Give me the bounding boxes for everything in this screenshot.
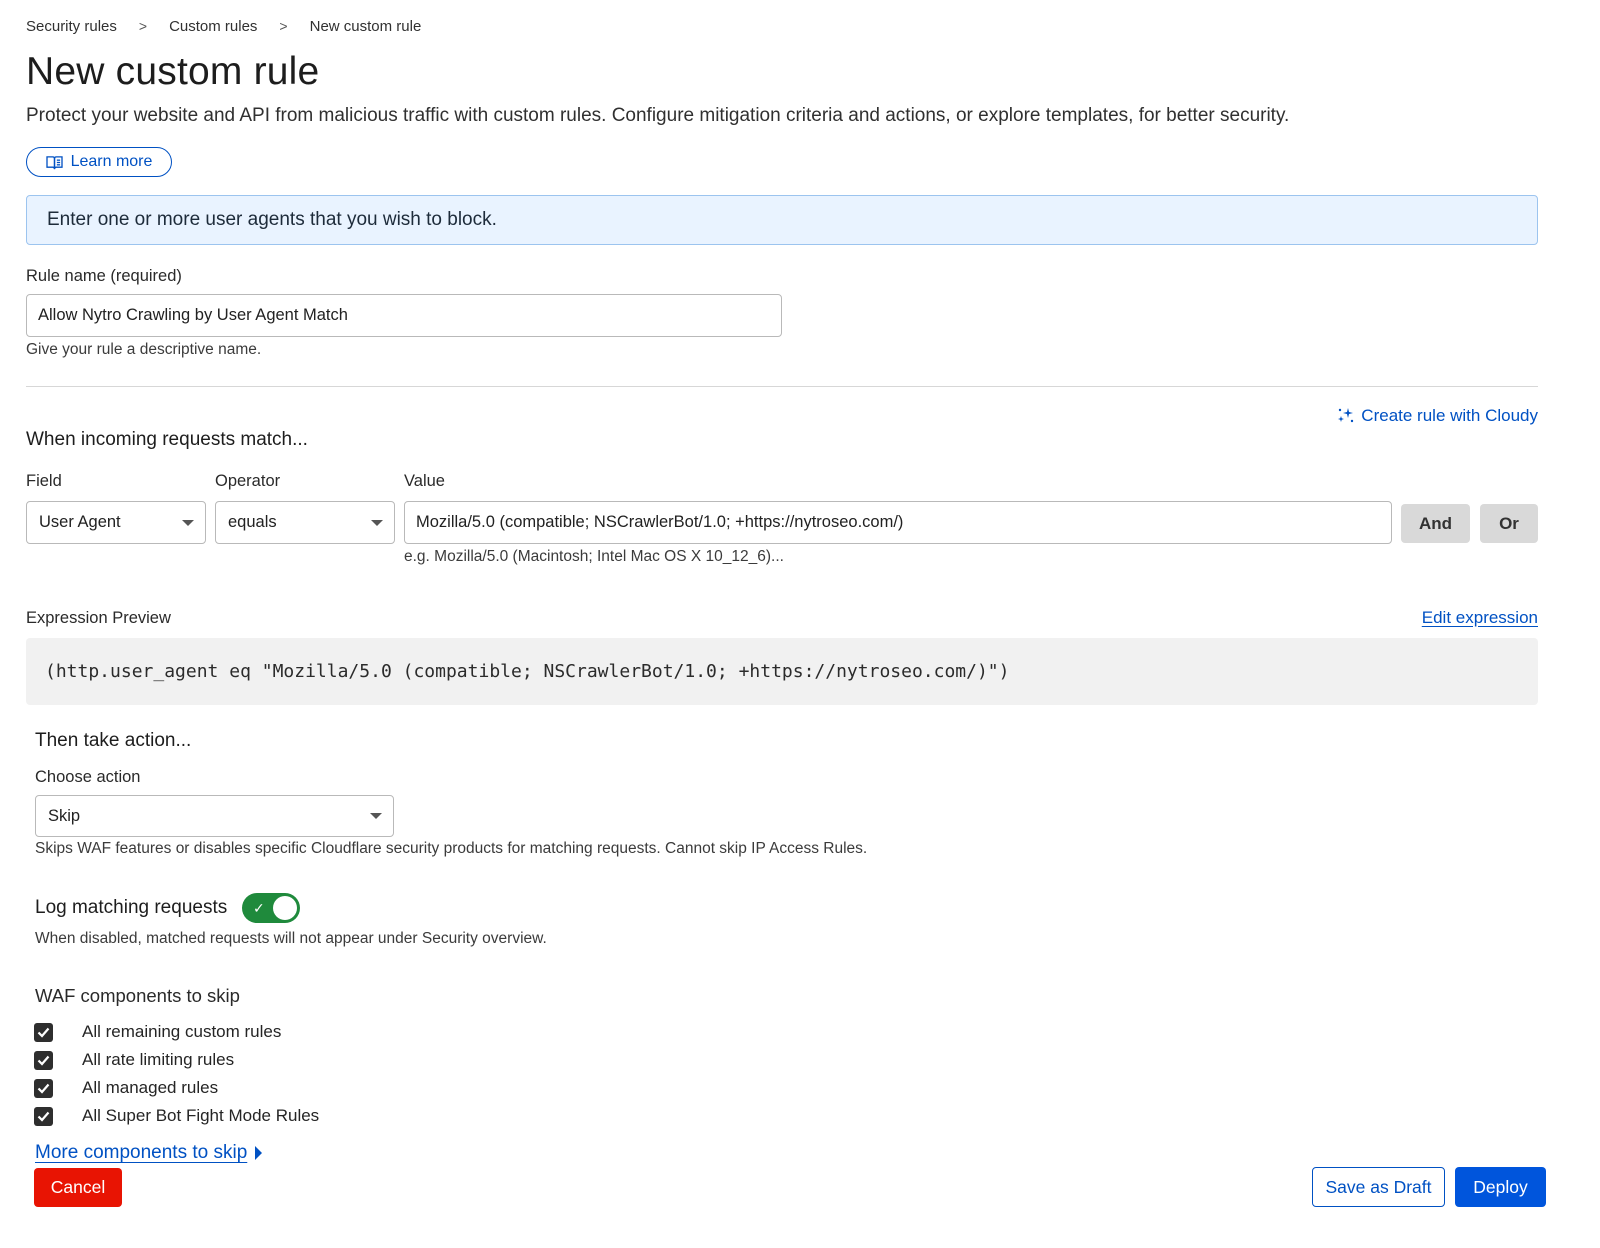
checkbox[interactable]: [34, 1050, 53, 1070]
value-input-value: Mozilla/5.0 (compatible; NSCrawlerBot/1.…: [416, 513, 904, 531]
operator-select-value: equals: [228, 513, 277, 531]
value-input[interactable]: Mozilla/5.0 (compatible; NSCrawlerBot/1.…: [404, 501, 1392, 544]
create-rule-with-cloudy-label: Create rule with Cloudy: [1361, 406, 1538, 425]
checkbox[interactable]: [34, 1022, 53, 1042]
section-divider: [26, 386, 1538, 387]
log-matching-toggle[interactable]: ✓: [242, 893, 300, 923]
action-help: Skips WAF features or disables specific …: [35, 840, 868, 857]
rule-name-input[interactable]: Allow Nytro Crawling by User Agent Match: [26, 294, 782, 337]
deploy-button[interactable]: Deploy: [1455, 1167, 1546, 1207]
checkbox[interactable]: [34, 1078, 53, 1098]
value-label: Value: [404, 472, 445, 490]
expression-preview-label: Expression Preview: [26, 609, 171, 627]
info-banner: Enter one or more user agents that you w…: [26, 195, 1538, 245]
breadcrumb-item-current: New custom rule: [309, 17, 422, 35]
rule-name-help: Give your rule a descriptive name.: [26, 341, 262, 358]
learn-more-label: Learn more: [70, 153, 153, 170]
cancel-button[interactable]: Cancel: [34, 1168, 122, 1207]
chevron-down-icon: [370, 813, 382, 819]
expression-preview: (http.user_agent eq "Mozilla/5.0 (compat…: [26, 638, 1538, 705]
match-heading: When incoming requests match...: [26, 429, 308, 450]
breadcrumb-item-custom-rules[interactable]: Custom rules: [169, 18, 257, 35]
operator-select[interactable]: equals: [215, 501, 395, 544]
operator-label: Operator: [215, 472, 281, 490]
action-heading: Then take action...: [35, 730, 192, 751]
breadcrumb-separator: >: [279, 18, 288, 34]
more-components-label: More components to skip: [35, 1142, 248, 1163]
waf-component-label: All managed rules: [82, 1078, 219, 1097]
rule-name-value: Allow Nytro Crawling by User Agent Match: [38, 306, 348, 324]
chevron-down-icon: [371, 519, 383, 526]
breadcrumb: Security rules > Custom rules > New cust…: [26, 16, 421, 36]
action-select[interactable]: Skip: [35, 795, 394, 837]
waf-component-label: All remaining custom rules: [82, 1022, 282, 1041]
field-select-value: User Agent: [39, 513, 121, 531]
save-as-draft-button[interactable]: Save as Draft: [1312, 1167, 1445, 1207]
learn-more-button[interactable]: Learn more: [26, 147, 172, 177]
sparkle-icon: [1338, 408, 1354, 423]
value-help: e.g. Mozilla/5.0 (Macintosh; Intel Mac O…: [404, 548, 784, 565]
checkbox[interactable]: [34, 1106, 53, 1126]
waf-component-item: All Super Bot Fight Mode Rules: [34, 1104, 319, 1128]
and-button[interactable]: And: [1401, 504, 1470, 543]
edit-expression-link[interactable]: Edit expression: [1422, 608, 1538, 628]
page-title: New custom rule: [26, 50, 320, 93]
check-icon: [37, 1027, 50, 1038]
waf-component-label: All Super Bot Fight Mode Rules: [82, 1106, 320, 1125]
or-button[interactable]: Or: [1480, 504, 1538, 543]
action-select-value: Skip: [48, 806, 81, 825]
check-icon: [37, 1083, 50, 1094]
field-select[interactable]: User Agent: [26, 501, 206, 544]
choose-action-label: Choose action: [35, 768, 141, 786]
waf-component-item: All remaining custom rules: [34, 1020, 281, 1044]
caret-right-icon: [255, 1146, 263, 1160]
expression-text: (http.user_agent eq "Mozilla/5.0 (compat…: [45, 661, 1010, 682]
breadcrumb-separator: >: [138, 18, 148, 34]
chevron-down-icon: [182, 519, 194, 526]
check-icon: ✓: [253, 900, 265, 916]
toggle-knob: [273, 896, 297, 920]
page-description: Protect your website and API from malici…: [26, 105, 1290, 126]
rule-name-label: Rule name (required): [26, 267, 182, 285]
book-icon: [45, 155, 63, 169]
check-icon: [37, 1111, 50, 1122]
waf-component-item: All managed rules: [34, 1076, 218, 1100]
log-matching-label: Log matching requests: [35, 897, 228, 918]
check-icon: [37, 1055, 50, 1066]
info-banner-text: Enter one or more user agents that you w…: [47, 209, 497, 230]
waf-component-item: All rate limiting rules: [34, 1048, 234, 1072]
waf-components-heading: WAF components to skip: [35, 985, 240, 1006]
more-components-link[interactable]: More components to skip: [35, 1142, 263, 1164]
log-matching-help: When disabled, matched requests will not…: [35, 930, 547, 947]
breadcrumb-item-security-rules[interactable]: Security rules: [26, 18, 117, 35]
field-label: Field: [26, 472, 62, 490]
waf-component-label: All rate limiting rules: [82, 1050, 235, 1069]
create-rule-with-cloudy-link[interactable]: Create rule with Cloudy: [1337, 406, 1538, 426]
